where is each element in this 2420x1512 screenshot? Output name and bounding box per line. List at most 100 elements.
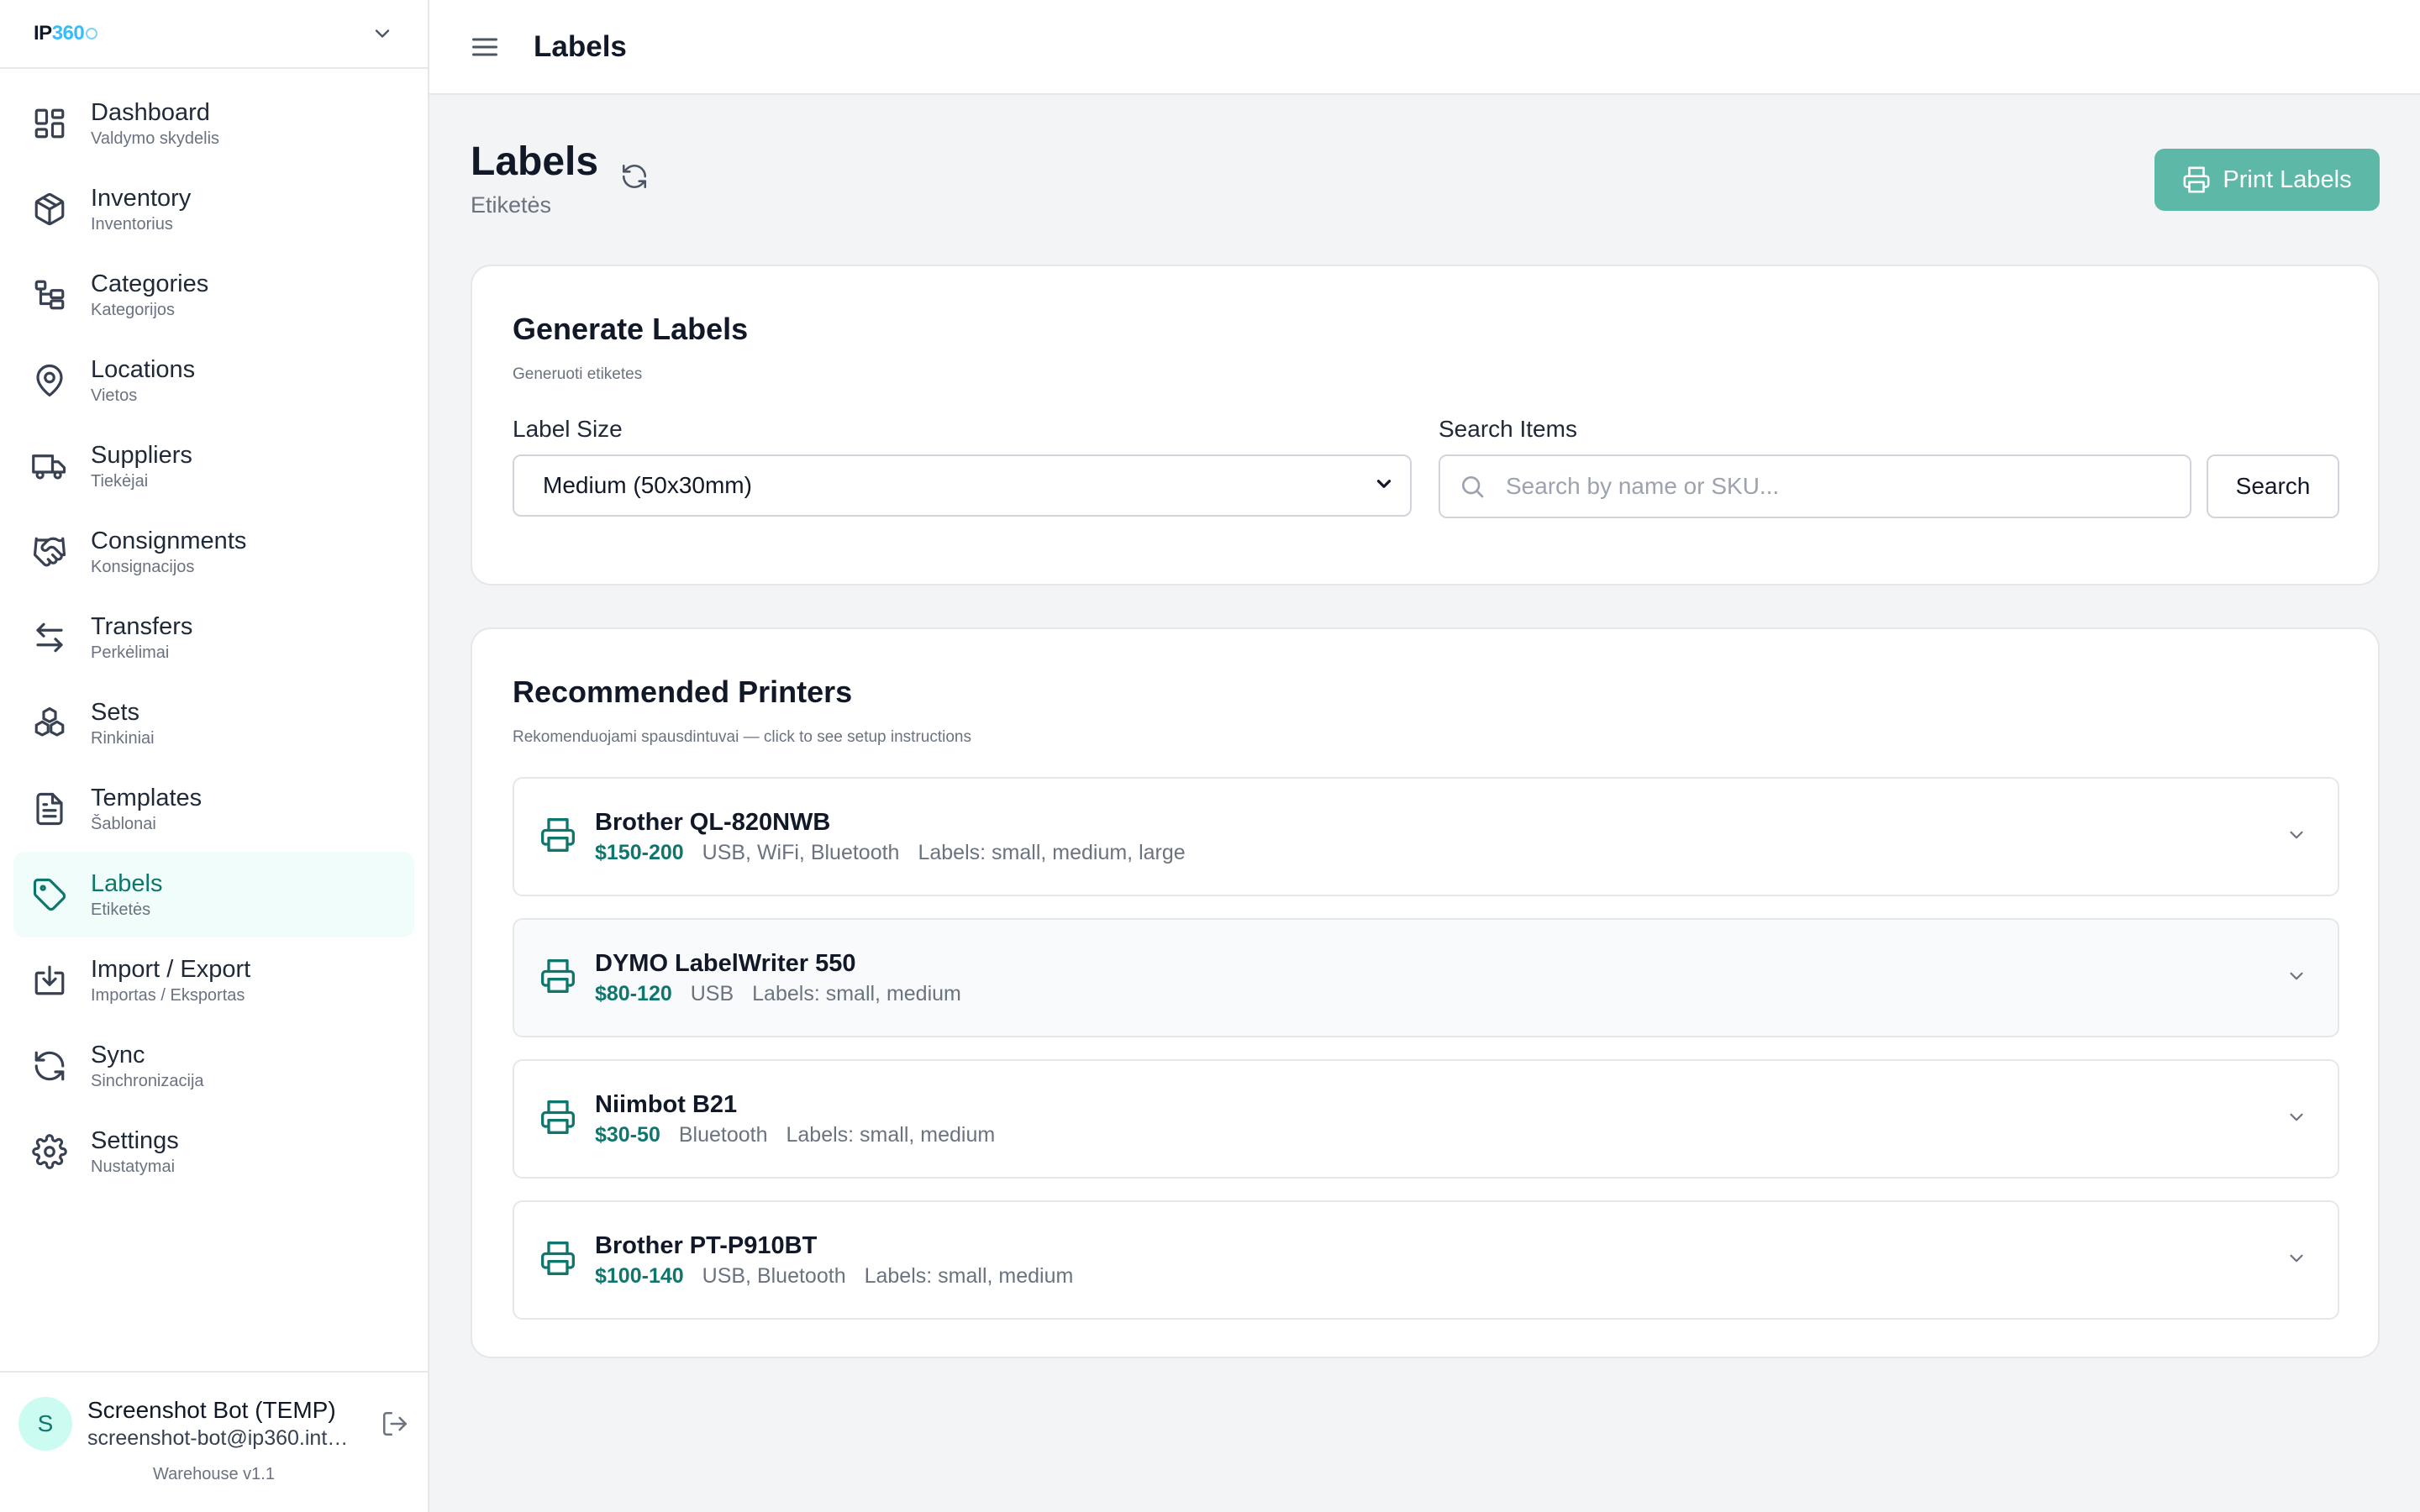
printer-price: $100-140 bbox=[595, 1264, 684, 1288]
hamburger-menu-icon[interactable] bbox=[470, 32, 500, 62]
folder-tree-icon bbox=[32, 277, 67, 312]
card-subtitle: Generuoti etiketes bbox=[513, 365, 643, 383]
printer-icon bbox=[539, 1240, 576, 1281]
sidebar-item-sublabel: Šablonai bbox=[91, 815, 156, 833]
printer-label-sizes: Labels: small, medium bbox=[786, 1123, 996, 1147]
printer-price: $80-120 bbox=[595, 982, 672, 1005]
page-title: Labels bbox=[471, 139, 599, 184]
card-title: Generate Labels bbox=[513, 312, 749, 346]
sidebar-item-sublabel: Importas / Eksportas bbox=[91, 986, 245, 1005]
sidebar-item-import-export[interactable]: Import / Export Importas / Eksportas bbox=[13, 937, 414, 1023]
search-items-label: Search Items bbox=[1439, 416, 1577, 442]
workspace-switcher[interactable]: IP360 bbox=[0, 0, 428, 69]
label-size-select[interactable]: Medium (50x30mm) bbox=[513, 454, 1412, 517]
printer-item-brother-pt-p910bt[interactable]: Brother PT-P910BT $100-140 USB, Bluetooth… bbox=[513, 1200, 2339, 1320]
chevron-down-icon bbox=[2286, 1106, 2307, 1132]
sidebar-item-categories[interactable]: Categories Kategorijos bbox=[13, 252, 414, 338]
printer-name: DYMO LabelWriter 550 bbox=[595, 950, 856, 977]
chevron-down-icon bbox=[2286, 1247, 2307, 1273]
printer-name: Niimbot B21 bbox=[595, 1091, 738, 1118]
sidebar-item-sublabel: Konsignacijos bbox=[91, 558, 195, 576]
sidebar-item-settings[interactable]: Settings Nustatymai bbox=[13, 1109, 414, 1194]
chevron-down-icon[interactable] bbox=[371, 22, 394, 45]
printer-connectivity: Bluetooth bbox=[678, 1123, 768, 1147]
tag-icon bbox=[32, 877, 67, 912]
print-labels-label: Print Labels bbox=[2223, 165, 2352, 193]
print-labels-button[interactable]: Print Labels bbox=[2154, 149, 2380, 211]
sidebar-item-label: Sets bbox=[91, 699, 140, 726]
printer-icon bbox=[539, 816, 576, 858]
printer-price: $150-200 bbox=[595, 841, 684, 864]
avatar[interactable]: S bbox=[18, 1397, 72, 1451]
sidebar-item-label: Dashboard bbox=[91, 99, 210, 126]
printer-connectivity: USB bbox=[690, 982, 734, 1005]
sidebar-item-label: Sync bbox=[91, 1042, 145, 1068]
sidebar-item-labels[interactable]: Labels Etiketės bbox=[13, 852, 414, 937]
search-icon bbox=[1462, 476, 1484, 498]
map-pin-icon bbox=[32, 363, 67, 398]
box-icon bbox=[32, 192, 67, 227]
sidebar-item-sublabel: Sinchronizacija bbox=[91, 1072, 204, 1090]
sidebar-item-inventory[interactable]: Inventory Inventorius bbox=[13, 166, 414, 252]
top-bar: Labels bbox=[429, 0, 2420, 95]
sidebar-item-consignments[interactable]: Consignments Konsignacijos bbox=[13, 509, 414, 595]
sync-icon bbox=[32, 1048, 67, 1084]
sidebar-item-label: Consignments bbox=[91, 528, 247, 554]
user-email: screenshot-bot@ip360.internal bbox=[87, 1426, 356, 1450]
sidebar-item-sublabel: Vietos bbox=[91, 386, 138, 405]
dashboard-icon bbox=[32, 106, 67, 141]
recommended-printers-card: Recommended Printers Rekomenduojami spau… bbox=[471, 627, 2380, 1358]
sidebar-item-label: Templates bbox=[91, 785, 203, 811]
sidebar-item-label: Labels bbox=[91, 870, 163, 897]
sidebar-item-sublabel: Tiekėjai bbox=[91, 472, 149, 491]
document-icon bbox=[32, 791, 67, 827]
sidebar-item-label: Categories bbox=[91, 270, 209, 297]
printer-item-brother-ql-820nwb[interactable]: Brother QL-820NWB $150-200 USB, WiFi, Blu… bbox=[513, 777, 2339, 896]
printer-label-sizes: Labels: small, medium bbox=[864, 1264, 1074, 1288]
sidebar-item-sublabel: Perkėlimai bbox=[91, 643, 170, 662]
printer-label-sizes: Labels: small, medium, large bbox=[918, 841, 1186, 864]
printer-icon bbox=[539, 1099, 576, 1140]
chevron-down-icon bbox=[2286, 965, 2307, 991]
search-field bbox=[1439, 454, 2191, 518]
sidebar-nav: Dashboard Valdymo skydelis Inventory Inven… bbox=[0, 69, 428, 1194]
printer-name: Brother PT-P910BT bbox=[595, 1232, 818, 1259]
sidebar-item-sublabel: Valdymo skydelis bbox=[91, 129, 220, 148]
search-button[interactable]: Search bbox=[2207, 454, 2339, 518]
sidebar-item-templates[interactable]: Templates Šablonai bbox=[13, 766, 414, 852]
sidebar-item-dashboard[interactable]: Dashboard Valdymo skydelis bbox=[13, 81, 414, 166]
printer-name: Brother QL-820NWB bbox=[595, 809, 831, 836]
printer-item-niimbot-b21[interactable]: Niimbot B21 $30-50 Bluetooth Labels: small… bbox=[513, 1059, 2339, 1179]
user-panel: S Screenshot Bot (TEMP) screenshot-bot@i… bbox=[0, 1371, 428, 1512]
label-size-label: Label Size bbox=[513, 416, 623, 442]
brand-logo: IP360 bbox=[34, 22, 98, 45]
refresh-icon[interactable] bbox=[620, 162, 649, 191]
app-version: Warehouse v1.1 bbox=[153, 1465, 275, 1483]
sidebar-item-locations[interactable]: Locations Vietos bbox=[13, 338, 414, 423]
sidebar-item-sets[interactable]: Sets Rinkiniai bbox=[13, 680, 414, 766]
sidebar-item-label: Transfers bbox=[91, 613, 193, 640]
sidebar-item-suppliers[interactable]: Suppliers Tiekėjai bbox=[13, 423, 414, 509]
sidebar-item-sublabel: Inventorius bbox=[91, 215, 173, 234]
sidebar-item-sublabel: Kategorijos bbox=[91, 301, 176, 319]
printer-icon bbox=[2183, 166, 2210, 193]
generate-labels-card: Generate Labels Generuoti etiketes Label… bbox=[471, 265, 2380, 585]
card-subtitle: Rekomenduojami spausdintuvai — click to … bbox=[513, 728, 971, 746]
gear-icon bbox=[32, 1134, 67, 1169]
card-title: Recommended Printers bbox=[513, 675, 853, 709]
truck-icon bbox=[32, 449, 67, 484]
printer-label-sizes: Labels: small, medium bbox=[752, 982, 961, 1005]
sidebar-item-transfers[interactable]: Transfers Perkėlimai bbox=[13, 595, 414, 680]
search-input[interactable] bbox=[1506, 473, 2178, 500]
sidebar-item-sublabel: Etiketės bbox=[91, 900, 151, 919]
sidebar-item-sync[interactable]: Sync Sinchronizacija bbox=[13, 1023, 414, 1109]
printer-icon bbox=[539, 958, 576, 999]
arrows-exchange-icon bbox=[32, 620, 67, 655]
printer-item-dymo-labelwriter-550[interactable]: DYMO LabelWriter 550 $80-120 USB Labels: s… bbox=[513, 918, 2339, 1037]
topbar-title: Labels bbox=[534, 29, 627, 63]
main-content: Labels Etiketės Print Labels Generate La… bbox=[471, 95, 2380, 1358]
sidebar-item-label: Import / Export bbox=[91, 956, 251, 983]
printer-connectivity: USB, Bluetooth bbox=[702, 1264, 846, 1288]
logout-icon[interactable] bbox=[381, 1410, 409, 1438]
boxes-icon bbox=[32, 706, 67, 741]
